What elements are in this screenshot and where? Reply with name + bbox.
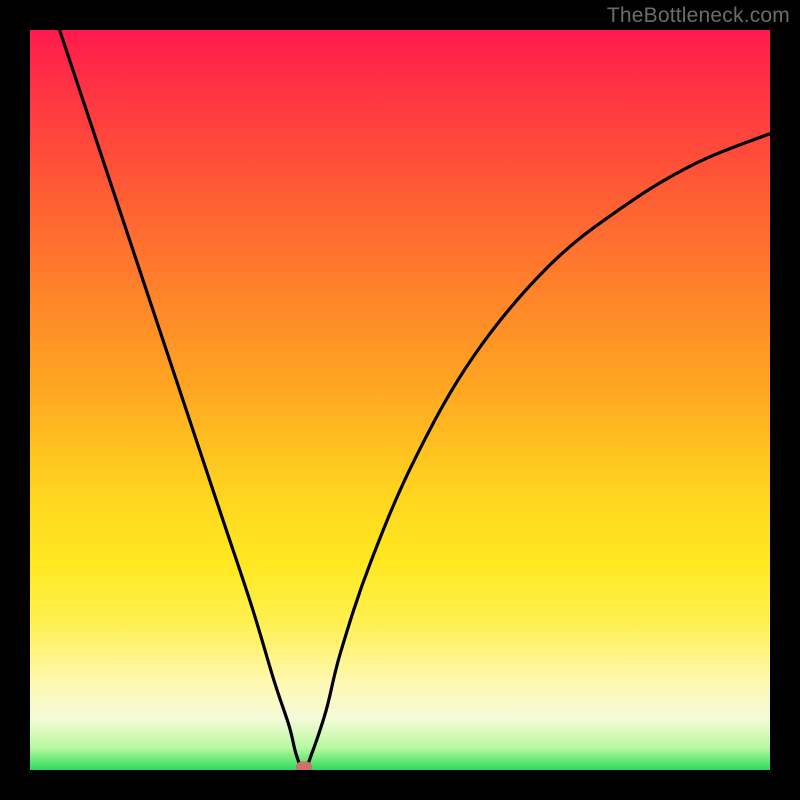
optimal-point-marker	[296, 762, 312, 771]
attribution-text: TheBottleneck.com	[607, 4, 790, 28]
chart-frame: TheBottleneck.com	[0, 0, 800, 800]
bottleneck-curve	[30, 30, 770, 770]
plot-area	[30, 30, 770, 770]
